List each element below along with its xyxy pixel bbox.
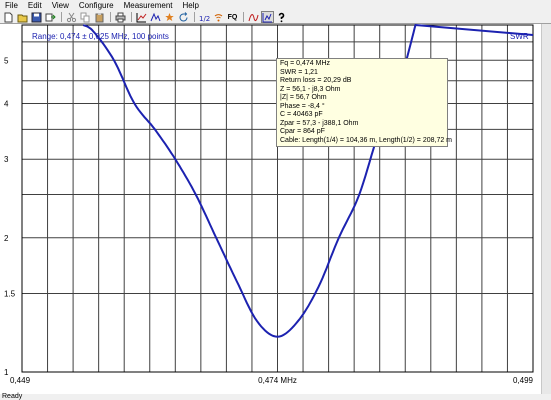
info-cable-length: Cable: Length(1/4) = 104,36 m, Length(1/…: [280, 136, 453, 144]
refresh-icon[interactable]: [177, 11, 190, 23]
status-bar: Ready: [0, 393, 551, 400]
graph-icon[interactable]: [247, 11, 260, 23]
y-tick-label: 1: [4, 368, 9, 377]
x-tick-label: 0,474 MHz: [258, 376, 297, 385]
swr-plot[interactable]: 5 4 3 2 1.5 1 0,449 0,474 MHz 0,499 Range: 0,474…: [0, 24, 541, 394]
menu-measurement[interactable]: Measurement: [119, 0, 178, 11]
toolbar-separator: [61, 12, 62, 22]
info-return-loss: Return loss = 20,29 dB: [280, 77, 352, 84]
info-impedance-magnitude: |Z| = 56,7 Ohm: [280, 94, 327, 101]
toolbar-separator: [194, 12, 195, 22]
info-phase: Phase = -8,4 °: [280, 102, 325, 110]
menu-view[interactable]: View: [47, 0, 74, 11]
info-zpar: Zpar = 57,3 - j388,1 Ohm: [280, 119, 359, 127]
toolbar: 1/2 FQ: [0, 11, 551, 24]
menu-bar: File Edit View Configure Measurement Hel…: [0, 0, 551, 11]
y-tick-label: 4: [4, 100, 9, 109]
info-impedance: Z = 56,1 - j8,3 Ohm: [280, 85, 341, 93]
new-icon[interactable]: [2, 11, 15, 23]
x-tick-label: 0,449: [10, 376, 31, 385]
x-tick-label: 0,499: [513, 376, 534, 385]
open-icon[interactable]: [16, 11, 29, 23]
toolbar-separator: [110, 12, 111, 22]
info-capacitance: C = 40463 pF: [280, 111, 323, 118]
paste-icon[interactable]: [93, 11, 106, 23]
y-tick-label: 2: [4, 234, 9, 243]
copy-icon[interactable]: [79, 11, 92, 23]
zoom-icon[interactable]: [261, 11, 274, 23]
y-tick-label: 3: [4, 155, 9, 164]
series-label: SWR: [510, 32, 529, 41]
range-label: Range: 0,474 ± 0,025 MHz, 100 points: [32, 32, 169, 41]
toolbar-separator: [131, 12, 132, 22]
info-cpar: Cpar = 864 pF: [280, 128, 325, 135]
svg-text:1/2: 1/2: [199, 15, 210, 23]
info-frequency: Fq = 0,474 MHz: [280, 60, 330, 67]
y-tick-label: 5: [4, 56, 9, 65]
export-icon[interactable]: [44, 11, 57, 23]
chart-icon[interactable]: [135, 11, 148, 23]
signal-icon[interactable]: [212, 11, 225, 23]
measurement-info-box: Fq = 0,474 MHz SWR = 1,21 Return loss = …: [276, 58, 453, 147]
fq-label: FQ: [227, 13, 238, 21]
print-icon[interactable]: [114, 11, 127, 23]
menu-file[interactable]: File: [0, 0, 23, 11]
menu-configure[interactable]: Configure: [74, 0, 119, 11]
help-icon[interactable]: [275, 11, 288, 23]
save-icon[interactable]: [30, 11, 43, 23]
vertical-scrollbar[interactable]: [541, 24, 551, 394]
star-icon[interactable]: [163, 11, 176, 23]
y-tick-label: 1.5: [4, 289, 16, 298]
sweep-icon[interactable]: [149, 11, 162, 23]
cut-icon[interactable]: [65, 11, 78, 23]
scale-icon[interactable]: 1/2: [198, 11, 211, 23]
toolbar-separator: [243, 12, 244, 22]
menu-help[interactable]: Help: [178, 0, 204, 11]
swr-chart: 5 4 3 2 1.5 10,449 0,474 MHz 0,499 Range: 0,474…: [4, 24, 534, 385]
menu-edit[interactable]: Edit: [23, 0, 47, 11]
fq-icon[interactable]: FQ: [226, 11, 239, 23]
info-swr: SWR = 1,21: [280, 68, 318, 76]
